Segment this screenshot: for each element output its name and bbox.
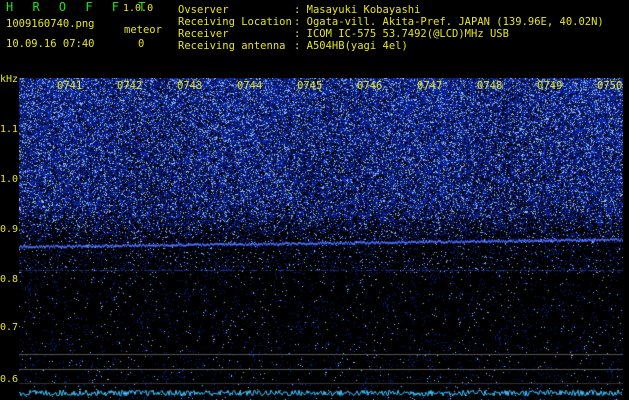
info-value: : ICOM IC-575 53.7492(@LCD)MHz USB [294,28,509,40]
y-tick-label: 1.1 [0,124,19,135]
info-row-antenna: Receiving antenna : A504HB(yagi 4el) [178,40,604,52]
y-axis-unit: kHz [0,74,19,85]
datetime-label: 10.09.16 07:40 [6,38,95,50]
y-tick-label: 0.6 [0,374,19,385]
info-label: Receiving Location [178,16,292,28]
info-label: Receiving antenna [178,40,286,52]
meteor-count: 0 [138,38,145,50]
version-label: 1.0.0 [123,3,154,14]
y-tick-label: 0.8 [0,274,19,285]
spectrogram-plot [19,78,623,400]
info-label: Receiver [178,28,229,40]
time-tick-label: 0742 [117,80,143,92]
info-row-receiver: Receiver : ICOM IC-575 53.7492(@LCD)MHz … [178,28,604,40]
time-tick-label: 0747 [417,80,443,92]
file-name: 1009160740.png [6,18,95,30]
info-row-location: Receiving Location : Ogata-vill. Akita-P… [178,16,604,28]
time-tick-label: 0750 [597,80,623,92]
info-value: : Masayuki Kobayashi [294,4,421,16]
info-row-observer: Ovserver : Masayuki Kobayashi [178,4,604,16]
time-tick-label: 0746 [357,80,383,92]
time-tick-label: 0748 [477,80,503,92]
time-tick-label: 0744 [237,80,263,92]
info-value: : A504HB(yagi 4el) [294,40,408,52]
time-tick-label: 0743 [177,80,203,92]
y-tick-label: 0.9 [0,224,19,235]
station-info: Ovserver : Masayuki Kobayashi Receiving … [178,4,604,52]
time-tick-label: 0741 [57,80,83,92]
y-tick-label: 1.0 [0,174,19,185]
meteor-label: meteor [124,24,162,36]
time-tick-label: 0745 [297,80,323,92]
time-tick-label: 0749 [537,80,563,92]
info-value: : Ogata-vill. Akita-Pref. JAPAN (139.96E… [294,16,604,28]
y-tick-label: 0.7 [0,322,19,333]
info-label: Ovserver [178,4,229,16]
